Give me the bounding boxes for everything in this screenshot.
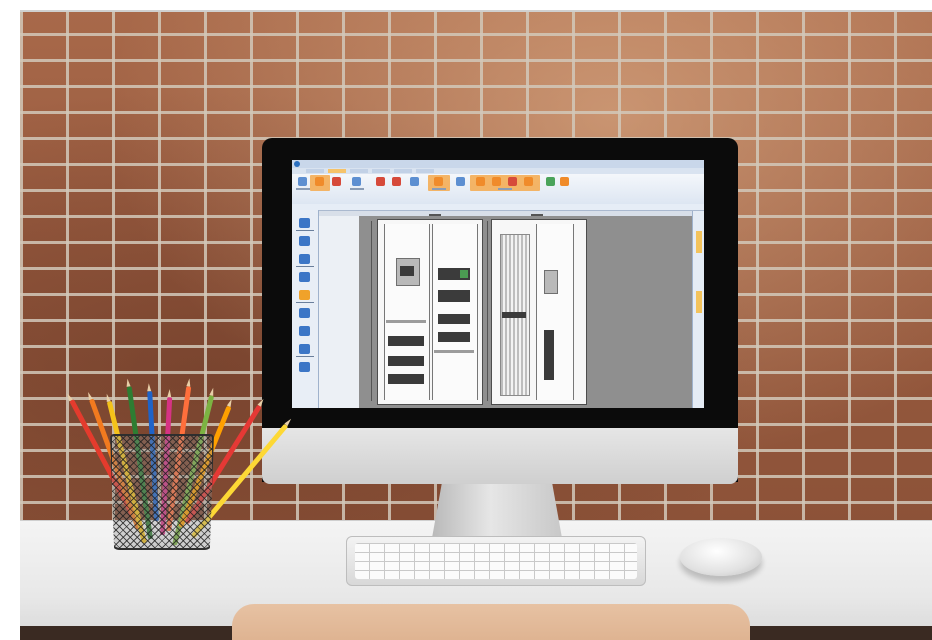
device-row [438,332,470,342]
dimension-line [487,221,488,401]
mouse [680,538,762,576]
photo-top-edge [20,10,932,12]
canvas-margin [319,216,359,408]
keyboard-keys [355,543,637,579]
ribbon-tool-icon [492,177,501,186]
device-indicator [460,270,468,278]
device-row [438,314,470,324]
ribbon-tab [394,169,412,173]
pencil-cup [110,434,214,550]
ribbon-tool-icon [560,177,569,186]
chair-back [232,604,750,640]
ribbon-tool-icon [315,177,324,186]
ribbon-tool-icon [298,177,307,186]
ribbon-tool-icon [392,177,401,186]
monitor-stand [432,480,562,538]
panel-tool-label [296,230,314,231]
panel-tool-icon [299,254,310,264]
ribbon-tool-icon [476,177,485,186]
panel-tool-icon [299,290,310,300]
device-row [438,290,470,302]
app-logo-icon [294,161,300,167]
panel-tool-icon [299,344,310,354]
panel-tool-icon [299,218,310,228]
ribbon-tool-icon [376,177,385,186]
dimension-tag [429,214,441,216]
ribbon-tool-icon [456,177,465,186]
keyboard [346,536,646,586]
ribbon-tool-icon [332,177,341,186]
cabinet-drawing-1 [377,219,483,405]
busbar-connector [502,312,526,318]
canvas-ruler [319,211,692,216]
ribbon-tool-icon [352,177,361,186]
ribbon-tab [350,169,368,173]
right-scroll-panel [692,211,704,408]
ribbon-caption [432,188,446,190]
ribbon-toolbar [292,174,704,205]
ribbon-tab [306,169,324,173]
panel-tool-icon [299,326,310,336]
ribbon-tool-icon [524,177,533,186]
din-rail [386,320,426,323]
ribbon-tab [416,169,434,173]
terminal-strip [544,330,554,380]
ribbon-caption [296,188,310,190]
document-tab-bar [292,204,704,211]
ribbon-tab [372,169,390,173]
dimension-line [371,221,372,401]
device-row [388,374,424,384]
panel-tool-icon [299,362,310,372]
din-rail [434,350,474,353]
monitor-chin [262,428,738,484]
ribbon-caption [350,188,364,190]
ribbon-tool-icon [410,177,419,186]
ribbon-tool-icon [434,177,443,186]
panel-tool-icon [299,236,310,246]
cabinet-column [432,224,478,400]
device-row [388,356,424,366]
drawing-canvas [319,211,692,408]
cabinet-drawing-2 [491,219,587,405]
photo-scene [0,0,932,640]
ribbon-tool-icon [508,177,517,186]
panel-tool-icon [299,308,310,318]
panel-accent [696,291,702,313]
panel-tool-label [296,302,314,303]
left-margin [0,0,20,640]
dimension-tag [531,214,543,216]
ribbon-tool-icon [546,177,555,186]
cabinet-column [536,224,574,400]
breaker-module [400,266,414,276]
top-margin [0,0,932,10]
device-row [388,336,424,346]
panel-accent [696,231,702,253]
ribbon-caption [498,188,512,190]
panel-tool-icon [299,272,310,282]
app-title-bar [292,160,704,168]
left-tool-panel [292,210,319,408]
ribbon-tab-active [328,169,346,173]
panel-tool-label [296,356,314,357]
terminal-block [544,270,558,294]
panel-tool-label [296,266,314,267]
monitor-screen [292,160,704,408]
